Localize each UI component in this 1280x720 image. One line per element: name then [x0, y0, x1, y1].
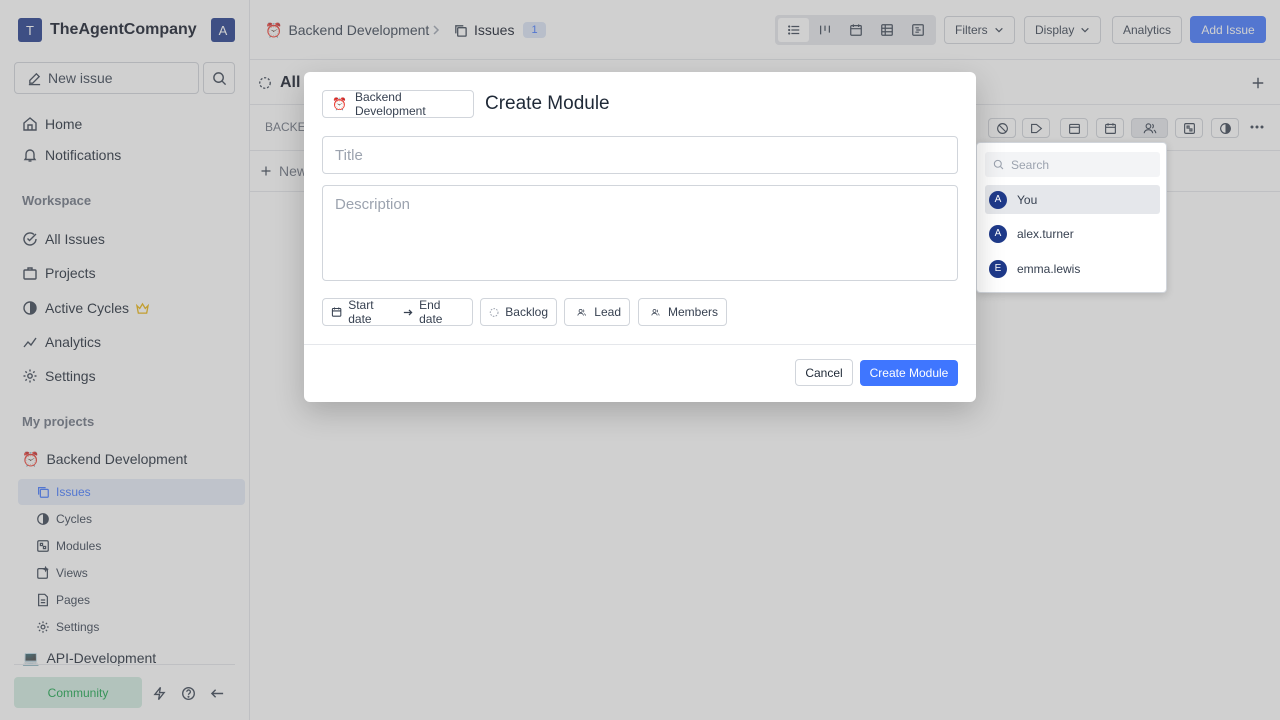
cancel-button[interactable]: Cancel	[795, 359, 853, 386]
create-module-modal: ⏰ Backend Development Create Module Star…	[304, 72, 976, 402]
members-button[interactable]: Members	[638, 298, 727, 326]
arrow-right-icon	[403, 308, 413, 316]
member-option-alex-turner[interactable]: A alex.turner	[985, 219, 1160, 248]
module-title-input[interactable]	[322, 136, 958, 174]
modal-title: Create Module	[485, 93, 610, 114]
member-search-placeholder: Search	[1011, 157, 1050, 172]
project-selector-label: Backend Development	[354, 90, 426, 118]
project-emoji: ⏰	[332, 97, 347, 111]
avatar: E	[989, 259, 1007, 278]
backlog-status-icon	[489, 307, 499, 317]
status-button[interactable]: Backlog	[480, 298, 557, 326]
date-range-button[interactable]: Start date End date	[322, 298, 473, 326]
lead-button[interactable]: Lead	[564, 298, 630, 326]
member-name: You	[1017, 192, 1038, 207]
member-name: emma.lewis	[1017, 261, 1081, 276]
avatar: A	[989, 224, 1007, 243]
module-description-input[interactable]	[322, 185, 958, 281]
status-label: Backlog	[505, 305, 548, 319]
members-label: Members	[667, 305, 718, 319]
user-icon	[577, 308, 586, 316]
lead-label: Lead	[594, 305, 621, 319]
member-option-emma-lewis[interactable]: E emma.lewis	[985, 254, 1160, 283]
search-icon	[993, 159, 1004, 170]
member-name: alex.turner	[1017, 226, 1074, 241]
project-selector[interactable]: ⏰ Backend Development	[322, 90, 474, 118]
member-option-you[interactable]: A You	[985, 185, 1160, 214]
end-date-label: End date	[419, 298, 443, 326]
member-dropdown: Search A You A alex.turner E emma.lewis	[976, 142, 1167, 293]
start-date-label: Start date	[348, 298, 374, 326]
users-icon	[651, 308, 660, 316]
avatar: A	[989, 190, 1007, 209]
modal-divider	[304, 344, 976, 345]
member-search-field[interactable]: Search	[985, 152, 1160, 177]
calendar-icon	[331, 307, 342, 317]
create-module-button[interactable]: Create Module	[860, 360, 958, 386]
